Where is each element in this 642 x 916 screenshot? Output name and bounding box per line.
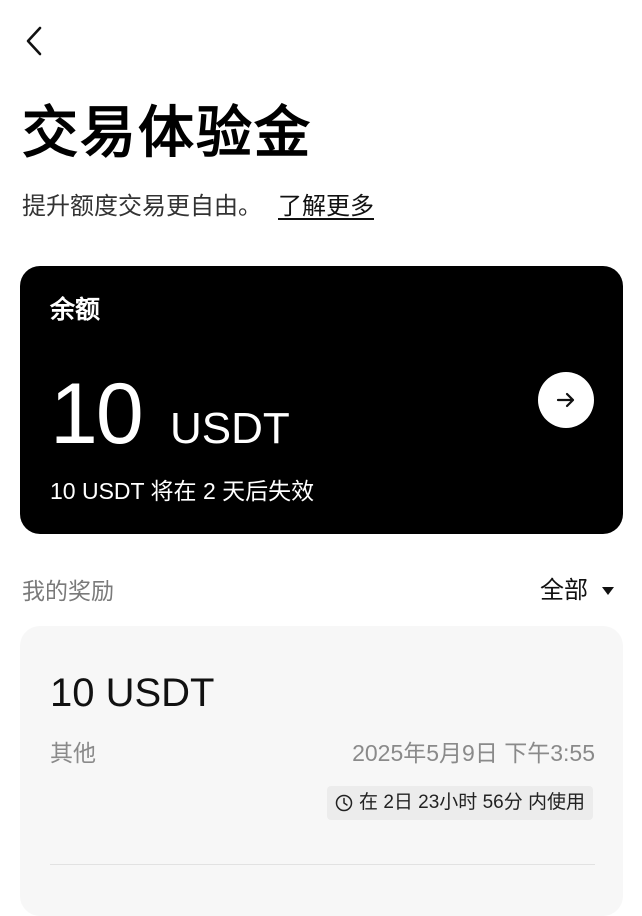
reward-card[interactable]: 10 USDT 其他 2025年5月9日 下午3:55 在 2日 23小时 56… <box>20 626 623 916</box>
reward-amount: 10 USDT <box>50 671 215 715</box>
rewards-filter-dropdown[interactable]: 全部 <box>540 574 614 608</box>
balance-detail-button[interactable] <box>538 372 594 428</box>
back-button[interactable] <box>18 22 50 60</box>
reward-type: 其他 <box>50 740 96 766</box>
caret-down-icon <box>602 587 614 595</box>
filter-label: 全部 <box>540 577 588 604</box>
learn-more-link[interactable]: 了解更多 <box>278 193 374 220</box>
arrow-right-icon <box>556 392 575 408</box>
balance-unit: USDT <box>170 404 290 453</box>
balance-amount: 10 <box>50 366 144 462</box>
reward-usage-chip: 在 2日 23小时 56分 内使用 <box>327 786 593 820</box>
reward-usage-text: 在 2日 23小时 56分 内使用 <box>359 792 585 813</box>
balance-expire-note: 10 USDT 将在 2 天后失效 <box>50 478 315 504</box>
page-subtitle: 提升额度交易更自由。 了解更多 <box>22 190 374 224</box>
balance-card: 余额 10 USDT 10 USDT 将在 2 天后失效 <box>20 266 623 534</box>
subtitle-text: 提升额度交易更自由。 <box>22 193 262 220</box>
reward-date: 2025年5月9日 下午3:55 <box>352 740 595 766</box>
balance-label: 余额 <box>50 296 101 324</box>
chevron-left-icon <box>26 26 42 56</box>
rewards-section-label: 我的奖励 <box>22 578 114 604</box>
page-title: 交易体验金 <box>22 101 312 164</box>
reward-divider <box>50 864 595 865</box>
clock-icon <box>335 794 353 812</box>
